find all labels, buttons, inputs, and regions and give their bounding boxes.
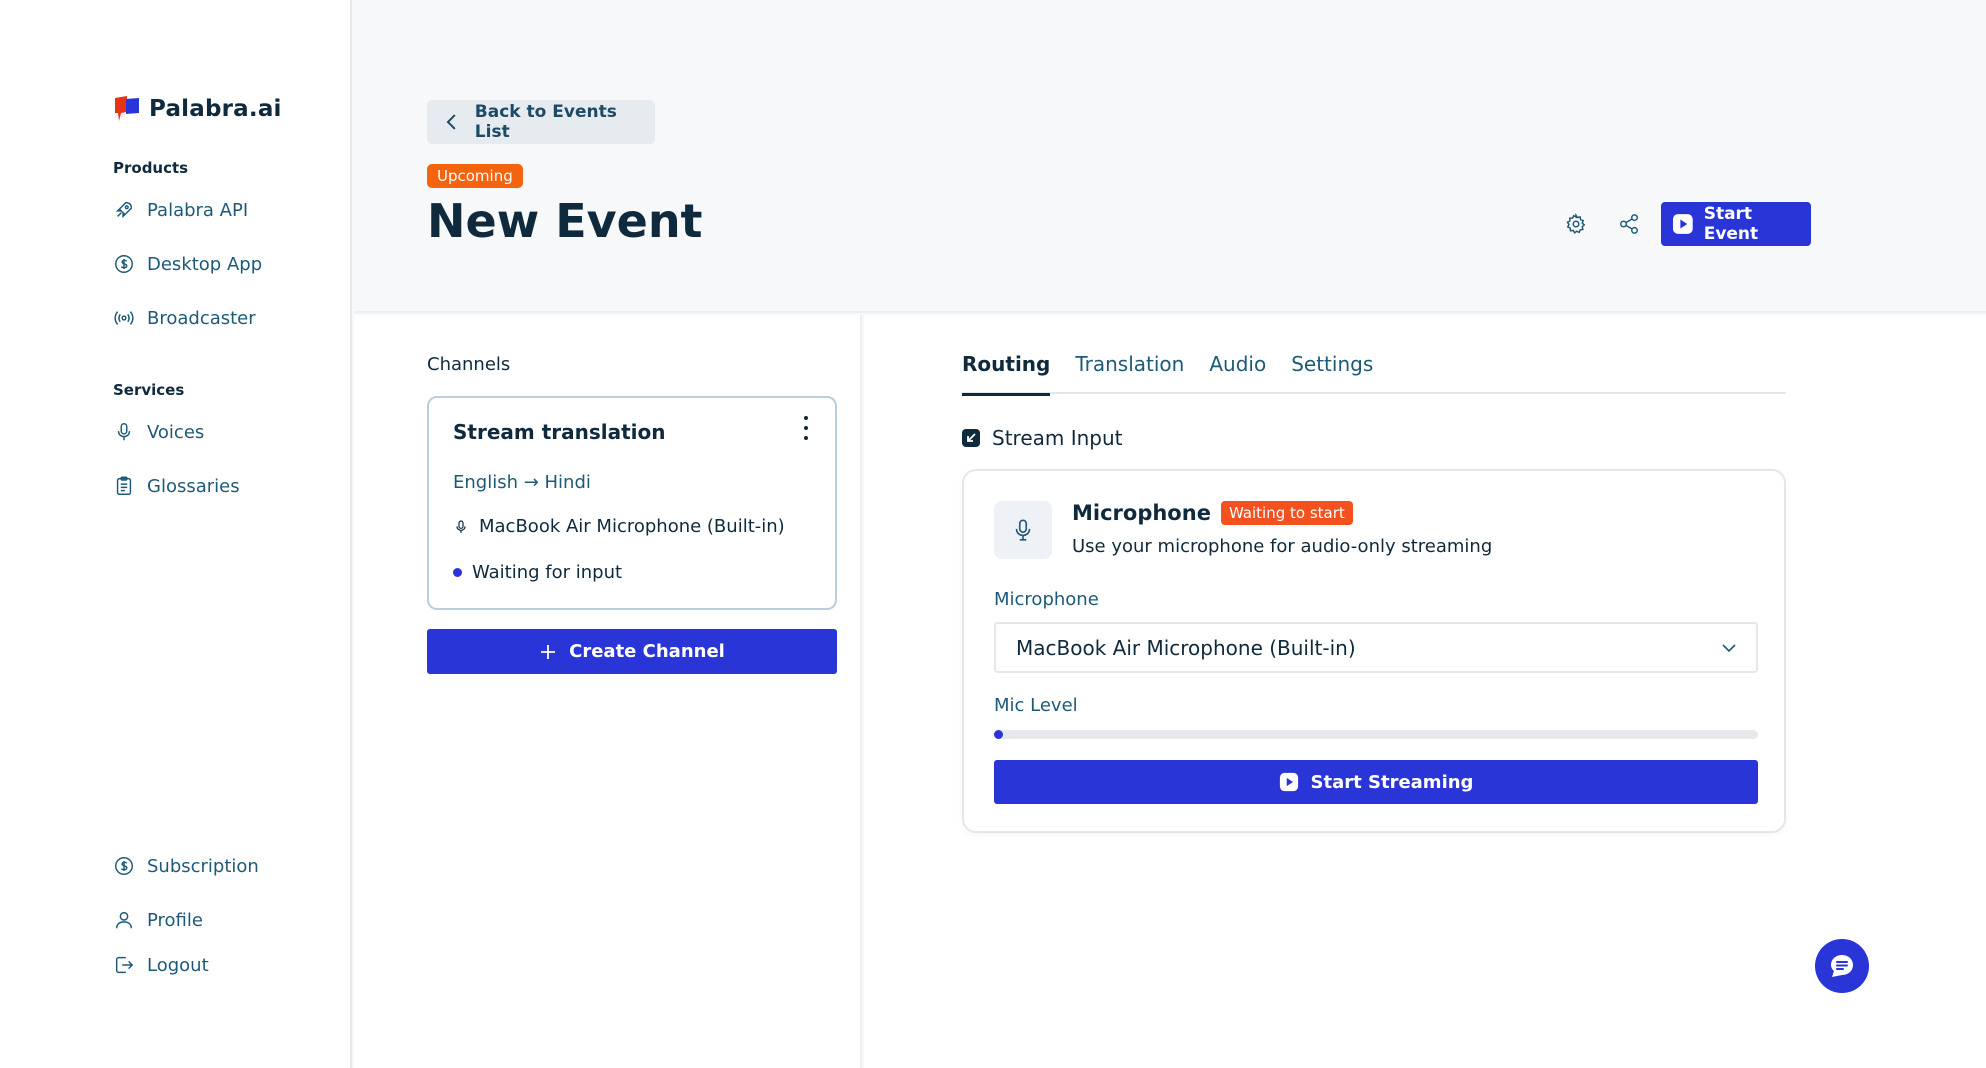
dollar-circle-icon — [115, 857, 133, 875]
sidebar-item-label: Desktop App — [147, 253, 263, 275]
sidebar-item-label: Broadcaster — [147, 307, 256, 329]
mic-level-meter — [994, 730, 1758, 739]
sidebar-item-label: Glossaries — [147, 475, 240, 497]
microphone-select[interactable]: MacBook Air Microphone (Built-in) — [994, 622, 1758, 673]
start-streaming-label: Start Streaming — [1310, 771, 1474, 793]
microphone-icon — [1015, 519, 1031, 541]
brand-name: Palabra.ai — [149, 96, 282, 122]
source-description: Use your microphone for audio-only strea… — [1072, 536, 1493, 557]
channel-languages: English → Hindi — [453, 472, 591, 493]
sidebar-item-label: Logout — [147, 954, 209, 976]
status-dot — [453, 568, 462, 577]
play-icon — [1279, 772, 1298, 792]
chevron-down-icon — [1722, 644, 1736, 653]
sidebar-item-label: Palabra API — [147, 199, 249, 221]
chat-support-button[interactable] — [1815, 939, 1869, 993]
start-event-label: Start Event — [1703, 204, 1759, 244]
play-icon — [1672, 214, 1693, 234]
brand-logo[interactable]: Palabra.ai — [113, 94, 282, 124]
microphone-field-label: Microphone — [994, 589, 1099, 610]
tab-routing[interactable]: Routing — [962, 346, 1051, 396]
user-icon — [115, 911, 133, 929]
channel-input-label: MacBook Air Microphone (Built-in) — [479, 516, 785, 537]
chevron-left-icon — [446, 114, 456, 130]
detail-tabs: Routing Translation Audio Settings — [962, 346, 1786, 396]
logout-icon — [115, 956, 134, 974]
sidebar-item-glossaries[interactable]: Glossaries — [113, 475, 240, 497]
sidebar-item-profile[interactable]: Profile — [113, 909, 203, 931]
sidebar-item-subscription[interactable]: Subscription — [113, 855, 259, 877]
sidebar-item-label: Subscription — [147, 855, 259, 877]
microphone-select-value: MacBook Air Microphone (Built-in) — [1016, 635, 1356, 660]
sidebar-item-label: Voices — [147, 421, 205, 443]
sidebar-item-desktop-app[interactable]: Desktop App — [113, 253, 262, 275]
sidebar-item-voices[interactable]: Voices — [113, 421, 204, 443]
sidebar-item-broadcaster[interactable]: Broadcaster — [113, 307, 256, 329]
status-badge: Upcoming — [427, 164, 523, 188]
input-arrow-icon — [962, 429, 980, 447]
channel-input: MacBook Air Microphone (Built-in) — [453, 516, 785, 537]
back-to-events-button[interactable]: Back to Events List — [427, 100, 655, 144]
gear-icon — [1566, 213, 1586, 234]
page-title: New Event — [427, 194, 703, 248]
sidebar-item-palabra-api[interactable]: Palabra API — [113, 199, 248, 221]
channel-card[interactable]: Stream translation English → Hindi MacBo… — [427, 396, 837, 610]
share-icon — [1620, 214, 1638, 234]
rocket-icon — [115, 201, 133, 219]
channel-title: Stream translation — [453, 420, 666, 444]
create-channel-label: Create Channel — [569, 641, 725, 662]
tab-settings[interactable]: Settings — [1291, 346, 1373, 394]
tab-translation[interactable]: Translation — [1075, 346, 1184, 394]
tab-audio[interactable]: Audio — [1209, 346, 1266, 394]
chat-icon — [1831, 955, 1853, 977]
stream-input-heading: Stream Input — [962, 426, 1123, 450]
source-title-label: Microphone — [1072, 501, 1211, 525]
products-section-label: Products — [113, 159, 189, 177]
share-button[interactable] — [1615, 210, 1643, 238]
event-header — [354, 0, 1986, 313]
start-event-button[interactable]: Start Event — [1661, 202, 1811, 246]
services-section-label: Services — [113, 381, 185, 399]
source-title: Microphone Waiting to start — [1072, 501, 1353, 525]
microphone-source-card: Microphone Waiting to start Use your mic… — [962, 469, 1786, 833]
microphone-icon — [117, 423, 131, 441]
plus-icon — [541, 644, 556, 659]
channels-heading: Channels — [427, 354, 511, 375]
mic-level-fill — [994, 730, 1003, 739]
clipboard-icon — [116, 476, 132, 495]
dollar-circle-icon — [115, 255, 133, 273]
microphone-icon — [456, 519, 466, 533]
mic-level-label: Mic Level — [994, 695, 1078, 716]
palabra-logo-icon — [115, 96, 139, 121]
start-streaming-button[interactable]: Start Streaming — [994, 760, 1758, 804]
more-options-icon[interactable] — [801, 416, 811, 440]
sidebar-item-logout[interactable]: Logout — [113, 954, 209, 976]
back-button-label: Back to Events List — [474, 102, 617, 142]
sidebar: Palabra.ai Products Palabra API Desktop … — [0, 0, 352, 1068]
create-channel-button[interactable]: Create Channel — [427, 629, 837, 674]
sidebar-item-label: Profile — [147, 909, 203, 931]
microphone-tile — [994, 501, 1052, 559]
stream-input-label: Stream Input — [992, 426, 1123, 450]
channel-status: Waiting for input — [453, 562, 622, 583]
channel-status-label: Waiting for input — [472, 562, 623, 583]
settings-button[interactable] — [1562, 210, 1590, 238]
source-status-badge: Waiting to start — [1220, 501, 1353, 525]
broadcast-icon — [114, 311, 134, 325]
